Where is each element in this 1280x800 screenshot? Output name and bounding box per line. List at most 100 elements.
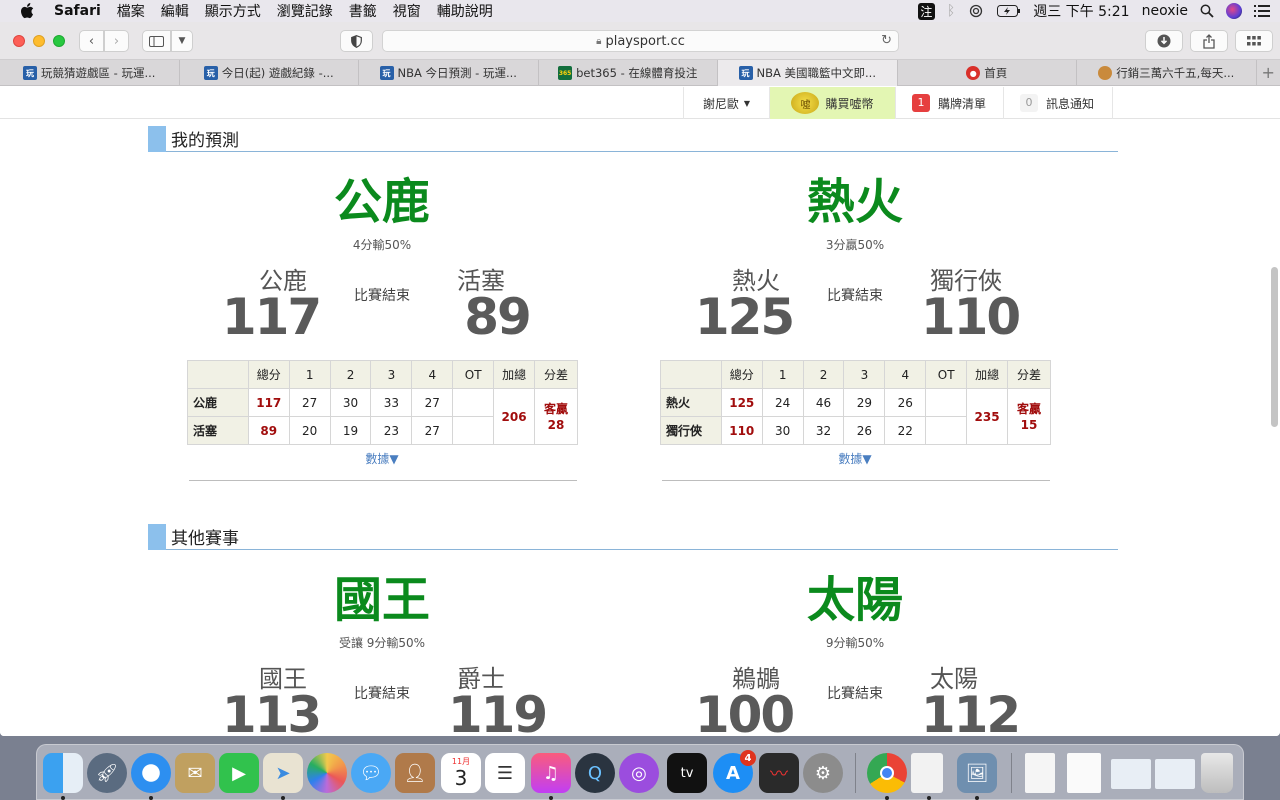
voice-memos-icon[interactable]: 〰︎ (759, 753, 799, 793)
address-bar[interactable]: 🔒︎ playsport.cc ↻ (382, 30, 899, 52)
chrome-icon[interactable] (867, 753, 907, 793)
downloads-button[interactable] (1145, 30, 1183, 52)
spotlight-search-icon[interactable] (1200, 4, 1214, 18)
browser-tab[interactable]: 行銷三萬六千五,每天... (1077, 60, 1257, 86)
podcasts-icon[interactable]: ◎ (619, 753, 659, 793)
quicktime-icon[interactable]: Q (575, 753, 615, 793)
column-header: 3 (370, 360, 413, 389)
stats-toggle-link[interactable]: 數據▼ (660, 450, 1050, 467)
tab-overview-dropdown[interactable]: ▼ (171, 30, 193, 52)
quarter-score: 24 (761, 388, 804, 417)
score-table: 總分 1 2 3 4 OT 加總 分差 公鹿 117 27 30 33 27 2… (187, 360, 578, 445)
airplay-icon[interactable] (967, 4, 985, 18)
diff-value: 15 (1020, 417, 1038, 432)
section-title: 其他賽事 (171, 529, 239, 549)
score-table: 總分 1 2 3 4 OT 加總 分差 熱火 125 24 46 29 26 2… (660, 360, 1051, 445)
document-icon[interactable] (911, 753, 943, 793)
input-method-icon[interactable]: 注 (917, 2, 935, 20)
quarter-score: 26 (843, 416, 886, 445)
quarter-score: 19 (329, 416, 372, 445)
web-page: 謝尼歐 ▼ 噓 購買噓幣 1 購牌清單 0 訊息通知 我的預測 公鹿 4分輸50… (0, 87, 1280, 736)
menu-view[interactable]: 顯示方式 (205, 1, 261, 21)
launchpad-icon[interactable]: 🚀︎ (87, 753, 127, 793)
zoom-window-button[interactable] (53, 35, 65, 47)
browser-tab[interactable]: 365 bet365 - 在線體育投注 (539, 60, 718, 86)
trash-icon[interactable] (1201, 753, 1233, 793)
notifications-link[interactable]: 0 訊息通知 (1003, 87, 1113, 119)
row-team-name: 熱火 (660, 388, 722, 417)
reload-icon[interactable]: ↻ (881, 33, 892, 48)
file-icon[interactable] (1067, 753, 1101, 793)
browser-tab[interactable]: 玩玩競猜遊戲區 - 玩運... (0, 60, 180, 86)
user-menu[interactable]: 謝尼歐 ▼ (683, 87, 769, 119)
apple-menu-icon[interactable] (20, 2, 38, 20)
system-preferences-icon[interactable]: ⚙︎ (803, 753, 843, 793)
menu-edit[interactable]: 編輯 (161, 1, 189, 21)
game-card: 熱火 3分贏50% 熱火 比賽結束 獨行俠 125 110 總分 1 2 3 4… (660, 177, 1060, 481)
preview-icon[interactable]: 🖼︎ (957, 753, 997, 793)
row-team-name: 活塞 (187, 416, 249, 445)
quarter-score: 20 (288, 416, 331, 445)
sidebar-button[interactable] (142, 30, 171, 52)
maps-icon[interactable]: ➤ (263, 753, 303, 793)
app-store-icon[interactable]: A4 (713, 750, 756, 793)
game-card: 公鹿 4分輸50% 公鹿 比賽結束 活塞 117 89 總分 1 2 3 4 O… (187, 174, 587, 481)
minimize-window-button[interactable] (33, 35, 45, 47)
clock-text[interactable]: 週三 下午 5:21 (1033, 1, 1129, 21)
messages-icon[interactable]: 💬︎ (351, 753, 391, 793)
browser-tab[interactable]: ● 首頁 (898, 60, 1077, 86)
notification-center-icon[interactable] (1254, 5, 1270, 17)
ot-score (452, 388, 495, 417)
music-icon[interactable]: ♫ (531, 753, 571, 793)
column-header: 4 (884, 360, 927, 389)
file-icon[interactable] (1025, 753, 1055, 793)
mail-icon[interactable]: ✉︎ (175, 753, 215, 793)
quarter-score: 27 (411, 416, 454, 445)
browser-tab-active[interactable]: 玩 NBA 美國職籃中文即... (718, 60, 898, 86)
buy-coins-button[interactable]: 噓 購買噓幣 (769, 87, 895, 119)
new-tab-button[interactable]: + (1257, 60, 1280, 85)
quarter-score: 27 (288, 388, 331, 417)
page-scrollbar[interactable] (1271, 267, 1278, 427)
apple-tv-icon[interactable]: tv (667, 753, 707, 793)
browser-tab[interactable]: 玩今日(起) 遊戲紀錄 -... (180, 60, 359, 86)
bluetooth-icon[interactable]: ᛒ (947, 3, 955, 19)
menu-history[interactable]: 瀏覽記錄 (277, 1, 333, 21)
reminders-icon[interactable]: ☰ (485, 753, 525, 793)
column-header: 1 (288, 360, 331, 389)
playsport-favicon-icon: 玩 (379, 66, 394, 80)
privacy-report-button[interactable] (340, 30, 373, 52)
screenshot-icon[interactable] (1111, 759, 1151, 789)
screenshot-icon[interactable] (1155, 759, 1195, 789)
chevron-down-icon: ▼ (178, 36, 186, 46)
close-window-button[interactable] (13, 35, 25, 47)
forward-button[interactable]: › (104, 30, 129, 52)
finder-icon[interactable] (43, 753, 83, 793)
menu-window[interactable]: 視窗 (393, 1, 421, 21)
column-header: 總分 (720, 360, 763, 389)
menu-bookmarks[interactable]: 書籤 (349, 1, 377, 21)
menu-help[interactable]: 輔助說明 (437, 1, 493, 21)
menu-app-safari[interactable]: Safari (54, 3, 101, 19)
row-total: 125 (720, 388, 763, 417)
photos-icon[interactable] (307, 753, 347, 793)
back-button[interactable]: ‹ (79, 30, 104, 52)
home-team-score: 113 (221, 686, 322, 736)
siri-icon[interactable] (1226, 3, 1242, 19)
quarter-score: 22 (884, 416, 927, 445)
share-button[interactable] (1190, 30, 1228, 52)
predicted-winner: 公鹿 (333, 174, 430, 230)
battery-icon[interactable] (997, 5, 1021, 17)
lock-icon: 🔒︎ (596, 35, 602, 47)
quarter-score: 30 (329, 388, 372, 417)
stats-toggle-link[interactable]: 數據▼ (187, 450, 577, 467)
tab-overview-button[interactable] (1235, 30, 1273, 52)
menu-file[interactable]: 檔案 (117, 1, 145, 21)
contacts-icon[interactable]: 👤︎ (395, 753, 435, 793)
calendar-icon[interactable]: 11月 3 (441, 753, 481, 793)
cart-link[interactable]: 1 購牌清單 (895, 87, 1003, 119)
safari-icon[interactable] (131, 753, 171, 793)
user-name[interactable]: neoxie (1142, 3, 1188, 19)
facetime-icon[interactable]: ▶︎ (219, 753, 259, 793)
browser-tab[interactable]: 玩 NBA 今日預測 - 玩運... (359, 60, 539, 86)
